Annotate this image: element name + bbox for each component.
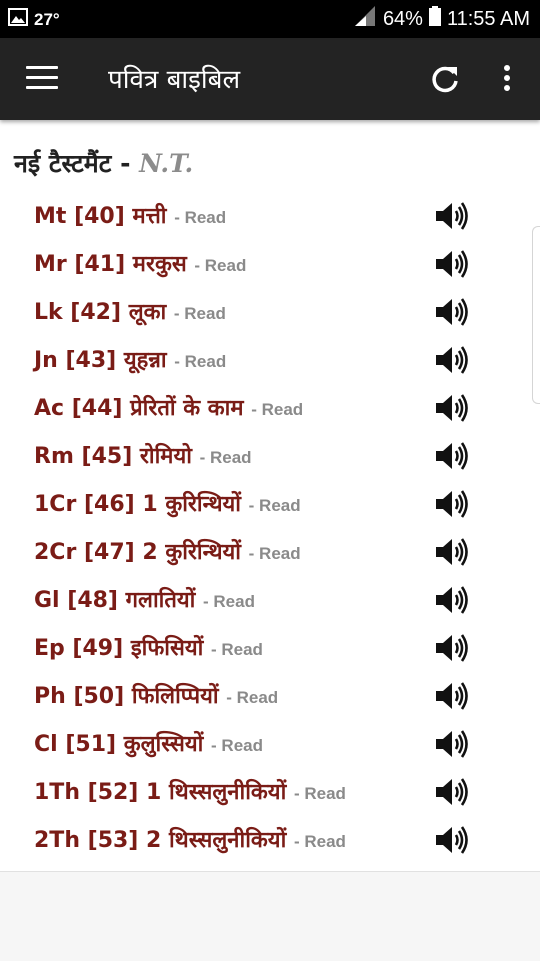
- book-title[interactable]: Jn [43] यूहन्ना: [34, 348, 167, 373]
- section-abbr: N.T.: [139, 149, 194, 178]
- book-title[interactable]: Ac [44] प्रेरितों के काम: [34, 396, 244, 421]
- book-title[interactable]: Cl [51] कुलुस्सियों: [34, 732, 203, 757]
- clock-text: 11:55 AM: [446, 7, 530, 30]
- speaker-icon[interactable]: [434, 296, 470, 328]
- read-link[interactable]: - Read: [194, 256, 246, 275]
- speaker-icon[interactable]: [434, 488, 470, 520]
- book-label[interactable]: Rm [45] रोमियो - Read: [34, 440, 252, 470]
- read-link[interactable]: - Read: [200, 448, 252, 467]
- book-row[interactable]: Lk [42] लूका - Read: [0, 288, 540, 336]
- section-header: नई टैस्टमैंट - N.T.: [14, 146, 193, 180]
- status-right: 64% 11:55 AM: [354, 6, 530, 32]
- status-left: 27°: [8, 8, 60, 31]
- book-row[interactable]: Ep [49] इफिसियों - Read: [0, 624, 540, 672]
- book-label[interactable]: Jn [43] यूहन्ना - Read: [34, 344, 226, 374]
- read-link[interactable]: - Read: [211, 640, 263, 659]
- book-row[interactable]: 2Cr [47] 2 कुरिन्थियों - Read: [0, 528, 540, 576]
- speaker-icon[interactable]: [434, 536, 470, 568]
- book-label[interactable]: 2Cr [47] 2 कुरिन्थियों - Read: [34, 536, 301, 566]
- signal-icon: [354, 6, 377, 32]
- book-label[interactable]: Ep [49] इफिसियों - Read: [34, 632, 263, 662]
- book-row[interactable]: Rm [45] रोमियो - Read: [0, 432, 540, 480]
- speaker-icon[interactable]: [434, 824, 470, 856]
- refresh-icon[interactable]: [428, 62, 462, 96]
- book-label[interactable]: 2Th [53] 2 थिस्सलुनीकियों - Read: [34, 824, 346, 854]
- speaker-icon[interactable]: [434, 248, 470, 280]
- book-row[interactable]: Mr [41] मरकुस - Read: [0, 240, 540, 288]
- book-row[interactable]: 1Th [52] 1 थिस्सलुनीकियों - Read: [0, 768, 540, 816]
- read-link[interactable]: - Read: [203, 592, 255, 611]
- book-row[interactable]: Cl [51] कुलुस्सियों - Read: [0, 720, 540, 768]
- read-link[interactable]: - Read: [211, 736, 263, 755]
- book-label[interactable]: Mt [40] मत्ती - Read: [34, 200, 226, 230]
- speaker-icon[interactable]: [434, 680, 470, 712]
- book-row[interactable]: Jn [43] यूहन्ना - Read: [0, 336, 540, 384]
- book-row[interactable]: 1Cr [46] 1 कुरिन्थियों - Read: [0, 480, 540, 528]
- speaker-icon[interactable]: [434, 728, 470, 760]
- book-label[interactable]: Cl [51] कुलुस्सियों - Read: [34, 728, 263, 758]
- book-title[interactable]: Mt [40] मत्ती: [34, 204, 167, 229]
- book-list: Mt [40] मत्ती - Read Mr [41] मरकुस - Rea…: [0, 192, 540, 864]
- book-label[interactable]: 1Cr [46] 1 कुरिन्थियों - Read: [34, 488, 301, 518]
- read-link[interactable]: - Read: [174, 352, 226, 371]
- speaker-icon[interactable]: [434, 776, 470, 808]
- book-label[interactable]: 1Th [52] 1 थिस्सलुनीकियों - Read: [34, 776, 346, 806]
- battery-icon: [428, 6, 441, 32]
- book-row[interactable]: Ph [50] फिलिप्पियों - Read: [0, 672, 540, 720]
- temperature-text: 27°: [34, 9, 60, 29]
- book-title[interactable]: 1Cr [46] 1 कुरिन्थियों: [34, 492, 241, 517]
- read-link[interactable]: - Read: [294, 832, 346, 851]
- book-title[interactable]: 2Cr [47] 2 कुरिन्थियों: [34, 540, 241, 565]
- read-link[interactable]: - Read: [174, 208, 226, 227]
- status-bar: 27° 64% 11:55 AM: [0, 0, 540, 38]
- speaker-icon[interactable]: [434, 584, 470, 616]
- bottom-area: [0, 871, 540, 961]
- speaker-icon[interactable]: [434, 392, 470, 424]
- app-toolbar: पवित्र बाइबिल: [0, 38, 540, 120]
- speaker-icon[interactable]: [434, 200, 470, 232]
- read-link[interactable]: - Read: [226, 688, 278, 707]
- speaker-icon[interactable]: [434, 344, 470, 376]
- book-title[interactable]: Gl [48] गलातियों: [34, 588, 195, 613]
- read-link[interactable]: - Read: [294, 784, 346, 803]
- read-link[interactable]: - Read: [249, 544, 301, 563]
- book-title[interactable]: Rm [45] रोमियो: [34, 444, 192, 469]
- menu-icon[interactable]: [26, 66, 58, 92]
- book-row[interactable]: Ac [44] प्रेरितों के काम - Read: [0, 384, 540, 432]
- more-vert-icon[interactable]: [492, 62, 522, 96]
- book-label[interactable]: Lk [42] लूका - Read: [34, 296, 226, 326]
- book-row[interactable]: Gl [48] गलातियों - Read: [0, 576, 540, 624]
- section-separator: -: [120, 149, 131, 178]
- book-row[interactable]: 2Th [53] 2 थिस्सलुनीकियों - Read: [0, 816, 540, 864]
- read-link[interactable]: - Read: [249, 496, 301, 515]
- book-label[interactable]: Mr [41] मरकुस - Read: [34, 248, 246, 278]
- scroll-indicator[interactable]: [532, 226, 540, 404]
- book-title[interactable]: 2Th [53] 2 थिस्सलुनीकियों: [34, 828, 286, 853]
- book-title[interactable]: 1Th [52] 1 थिस्सलुनीकियों: [34, 780, 286, 805]
- speaker-icon[interactable]: [434, 632, 470, 664]
- speaker-icon[interactable]: [434, 440, 470, 472]
- book-title[interactable]: Ep [49] इफिसियों: [34, 636, 203, 661]
- book-label[interactable]: Gl [48] गलातियों - Read: [34, 584, 255, 614]
- app-title: पवित्र बाइबिल: [108, 65, 241, 95]
- book-title[interactable]: Lk [42] लूका: [34, 300, 166, 325]
- book-label[interactable]: Ph [50] फिलिप्पियों - Read: [34, 680, 278, 710]
- read-link[interactable]: - Read: [251, 400, 303, 419]
- book-title[interactable]: Ph [50] फिलिप्पियों: [34, 684, 219, 709]
- section-title: नई टैस्टमैंट: [14, 149, 112, 178]
- battery-percent: 64%: [382, 7, 423, 30]
- book-label[interactable]: Ac [44] प्रेरितों के काम - Read: [34, 392, 303, 422]
- image-icon: [8, 8, 28, 31]
- book-title[interactable]: Mr [41] मरकुस: [34, 252, 187, 277]
- book-row[interactable]: Mt [40] मत्ती - Read: [0, 192, 540, 240]
- read-link[interactable]: - Read: [174, 304, 226, 323]
